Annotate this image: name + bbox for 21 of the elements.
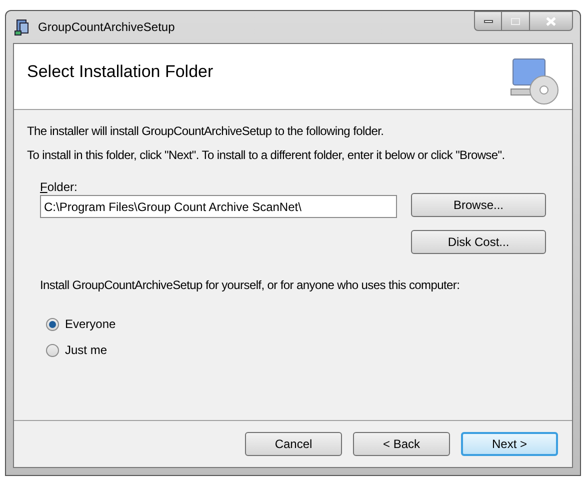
side-button[interactable]: Browse...	[411, 193, 546, 217]
radio-button[interactable]	[46, 318, 59, 330]
window-title: GroupCountArchiveSetup	[38, 19, 175, 36]
maximize-button[interactable]	[502, 11, 529, 31]
close-button[interactable]	[529, 11, 573, 31]
instruction-text: To install in this folder, click "Next". To install to a different folder, enter it below or click "Browse".	[27, 147, 506, 164]
instruction-text: The installer will install GroupCountArchiveSetup to the following folder.	[27, 123, 385, 140]
folder-label: Folder:	[40, 179, 78, 194]
page-heading: Select Installation Folder	[27, 61, 214, 79]
install-scope-prompt: Install GroupCountArchiveSetup for yourself, or for anyone who uses this computer:	[39, 277, 461, 294]
minimize-button[interactable]	[474, 11, 502, 31]
side-button[interactable]: Disk Cost...	[411, 230, 546, 254]
dialog-button[interactable]: < Back	[353, 432, 450, 456]
folder-path-field[interactable]: C:\Program Files\Group Count Archive ScanNet\	[40, 195, 397, 218]
dialog-button[interactable]: Next >	[461, 432, 558, 456]
dialog-button[interactable]: Cancel	[245, 432, 342, 456]
radio-label: Just me	[65, 342, 108, 359]
radio-button[interactable]	[46, 344, 59, 356]
close-icon	[546, 16, 556, 26]
computer-disc-icon	[509, 57, 559, 105]
radio-label: Everyone	[65, 316, 116, 333]
